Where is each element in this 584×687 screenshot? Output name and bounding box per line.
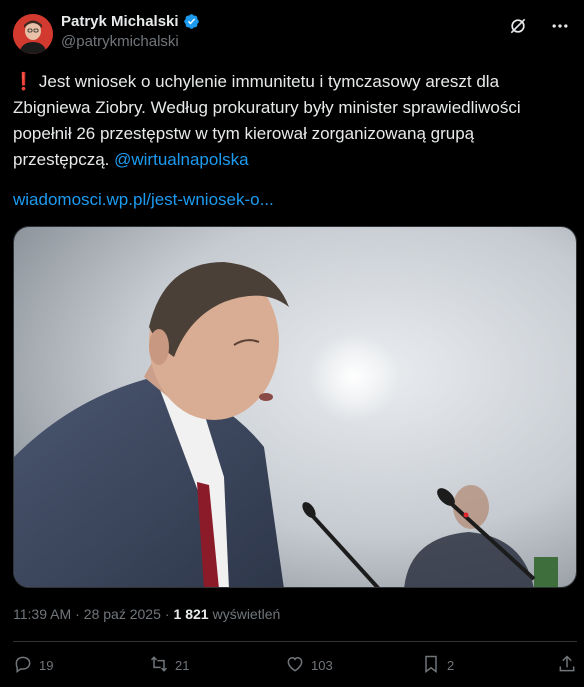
exclamation-emoji: ❗ [13,72,35,91]
reply-button[interactable]: 19 [13,654,133,677]
tweet-date[interactable]: 28 paź 2025 [84,606,161,622]
repost-icon [149,654,169,677]
repost-button[interactable]: 21 [149,654,269,677]
bookmark-count: 2 [447,657,455,673]
tweet-top-actions [508,16,570,36]
grok-icon[interactable] [508,16,528,36]
share-icon [557,654,577,677]
like-count: 103 [311,657,333,673]
views-label: wyświetleń [212,606,281,622]
tweet-text: ❗ Jest wniosek o uchylenie immunitetu i … [13,69,573,173]
reply-count: 19 [39,657,54,673]
avatar[interactable] [13,14,53,54]
tweet-meta: 11:39 AM · 28 paź 2025 · 1 821 wyświetle… [13,606,280,622]
tweet-photo[interactable] [13,226,577,588]
bookmark-button[interactable]: 2 [421,654,541,677]
tweet: Patryk Michalski @patrykmichalski ❗ Jest [0,0,584,687]
reply-icon [13,654,33,677]
verified-badge-icon [183,13,200,30]
share-button[interactable] [557,654,577,677]
article-link[interactable]: wiadomosci.wp.pl/jest-wniosek-o... [13,190,274,210]
views-count: 1 821 [173,606,209,622]
tweet-body: Jest wniosek o uchylenie immunitetu i ty… [13,72,521,169]
meta-separator-2: · [164,606,170,622]
divider [13,641,577,642]
like-button[interactable]: 103 [285,654,405,677]
meta-separator: · [75,606,80,622]
repost-count: 21 [175,657,190,673]
bookmark-icon [421,654,441,677]
author-handle[interactable]: @patrykmichalski [61,33,200,50]
author-block: Patryk Michalski @patrykmichalski [61,13,200,50]
mention-link[interactable]: @wirtualnapolska [114,150,248,169]
tweet-time[interactable]: 11:39 AM [13,606,71,622]
like-icon [285,654,305,677]
tweet-actions: 19 21 103 2 [13,652,577,678]
author-name[interactable]: Patryk Michalski [61,13,179,30]
more-icon[interactable] [550,16,570,36]
